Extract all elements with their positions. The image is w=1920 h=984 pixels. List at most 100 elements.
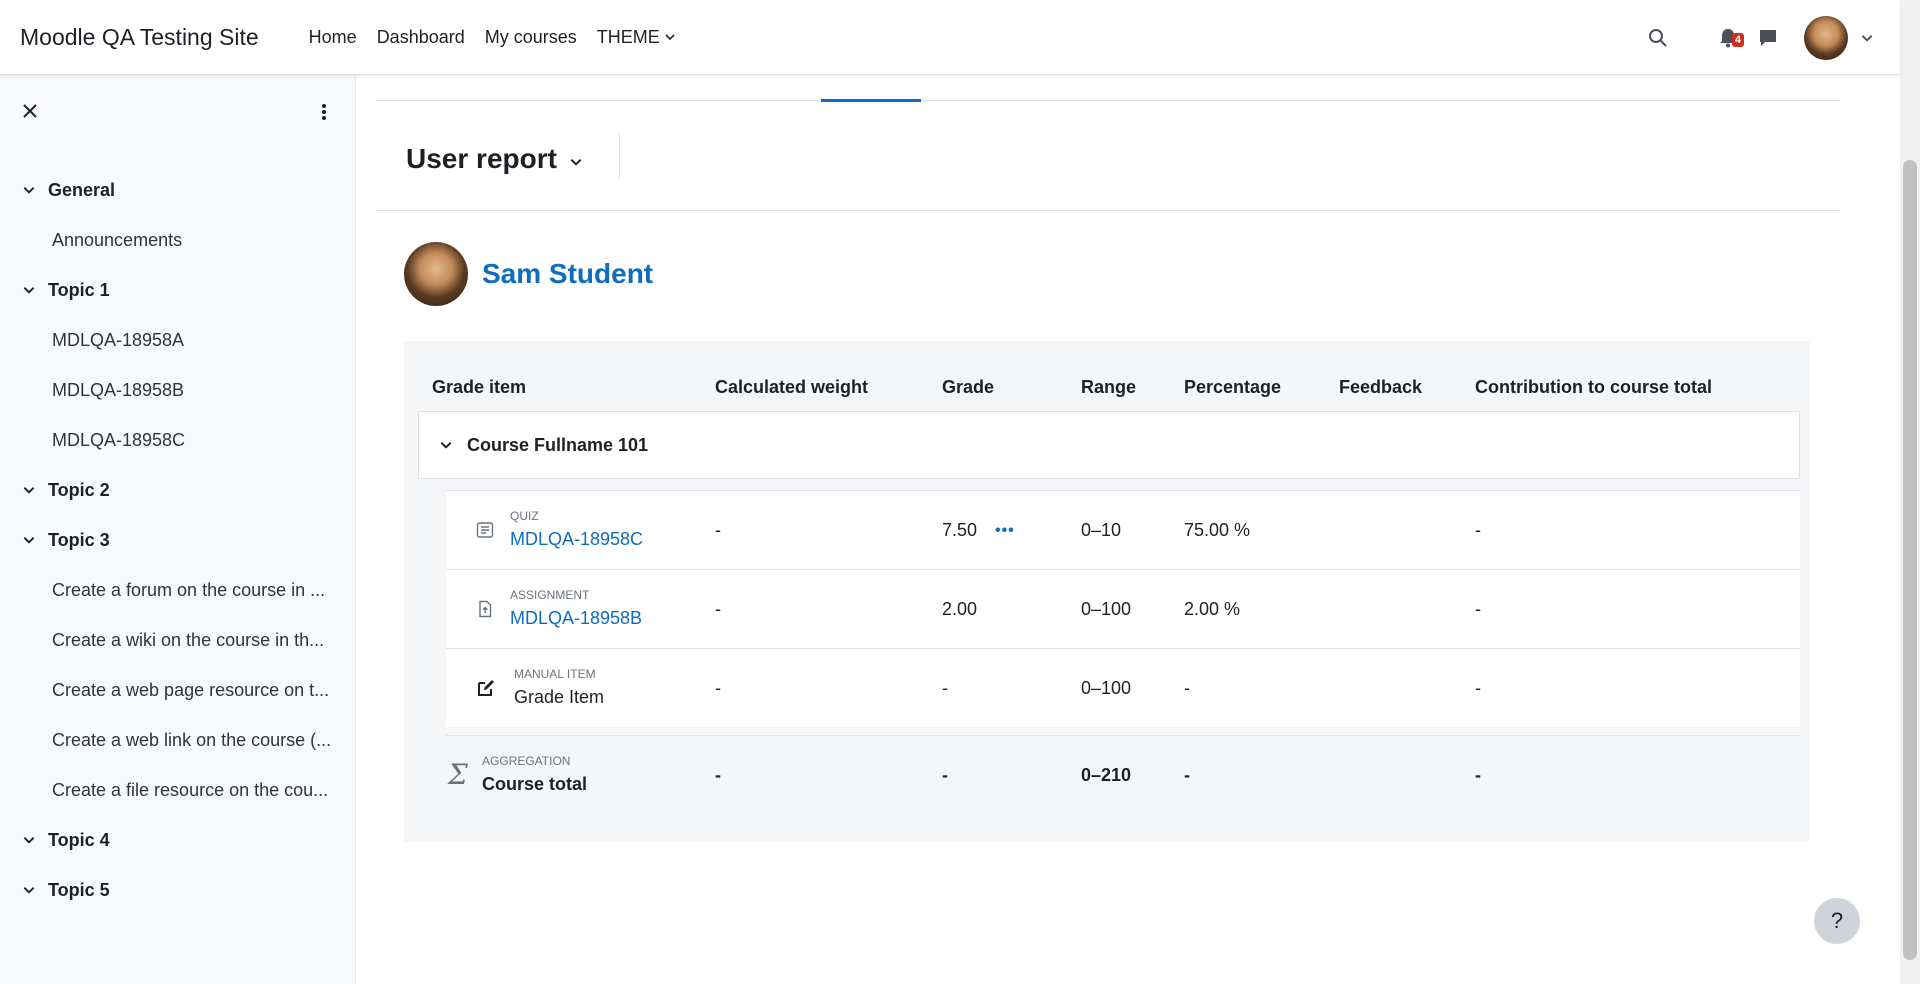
- course-total-row: Σ AGGREGATION Course total - - 0–210 - -: [446, 735, 1800, 814]
- contribution-cell: -: [1475, 520, 1481, 540]
- user-avatar[interactable]: [404, 242, 468, 306]
- grade-item-link[interactable]: MDLQA-18958C: [510, 529, 643, 550]
- kebab-icon[interactable]: [316, 103, 332, 121]
- chevron-down-icon[interactable]: [22, 883, 42, 897]
- header-separator: [619, 133, 620, 179]
- nav-theme-label: THEME: [596, 26, 660, 47]
- chat-icon: [1760, 29, 1776, 46]
- notification-count-badge: 4: [1731, 32, 1744, 47]
- course-index-item[interactable]: Create a web page resource on t...: [0, 665, 356, 715]
- chevron-down-icon: [665, 34, 675, 41]
- course-index-item[interactable]: Create a web link on the course (...: [0, 715, 356, 765]
- course-index-item-label: Create a forum on the course in ...: [52, 579, 326, 600]
- chevron-down-icon[interactable]: [22, 183, 42, 197]
- section-title: Topic 4: [48, 829, 110, 850]
- section-title: Topic 3: [48, 529, 110, 550]
- range-cell: 0–10: [1081, 520, 1122, 540]
- grade-actions-menu[interactable]: •••: [995, 522, 1015, 540]
- course-index: General Announcements Topic 1 MDLQA-18958A M…: [0, 165, 356, 915]
- course-index-item[interactable]: MDLQA-18958A: [0, 315, 356, 365]
- category-row: Course Fullname 101: [418, 411, 1800, 479]
- nav-theme-dropdown[interactable]: THEME: [587, 27, 686, 48]
- course-index-item-label: MDLQA-18958B: [52, 379, 185, 400]
- chevron-down-icon[interactable]: [22, 533, 42, 547]
- assignment-icon: [479, 600, 492, 618]
- course-index-item-label: Create a wiki on the course in th...: [52, 629, 325, 650]
- percentage-cell: -: [1184, 765, 1190, 785]
- item-type: MANUAL ITEM: [514, 667, 596, 681]
- user-grade-table: Grade item Calculated weight Grade Range…: [404, 341, 1810, 842]
- col-grade-item: Grade item: [432, 377, 527, 397]
- nav-dashboard[interactable]: Dashboard: [367, 27, 475, 48]
- course-index-item[interactable]: Create a file resource on the cou...: [0, 765, 356, 815]
- course-total-label: Course total: [482, 774, 588, 794]
- course-index-item-label: Create a web page resource on t...: [52, 679, 330, 700]
- section-topic-2[interactable]: Topic 2: [0, 465, 356, 515]
- section-topic-4[interactable]: Topic 4: [0, 815, 356, 865]
- main-region: User report Sam Student Grade item Calcu…: [356, 75, 1900, 984]
- grade-cell: 7.50 •••: [942, 491, 1015, 570]
- section-topic-5[interactable]: Topic 5: [0, 865, 356, 915]
- search-button[interactable]: [1638, 18, 1678, 58]
- course-index-item[interactable]: Create a forum on the course in ...: [0, 565, 356, 615]
- chevron-down-icon[interactable]: [22, 833, 42, 847]
- course-index-item-label: MDLQA-18958C: [52, 429, 186, 450]
- nav-my-courses[interactable]: My courses: [475, 27, 587, 48]
- site-brand[interactable]: Moodle QA Testing Site: [20, 24, 259, 51]
- course-index-item[interactable]: MDLQA-18958B: [0, 365, 356, 415]
- weight-cell: -: [715, 599, 721, 619]
- chevron-down-icon: [440, 442, 452, 449]
- chevron-down-icon[interactable]: [1860, 31, 1874, 45]
- percentage-cell: -: [1184, 678, 1190, 698]
- close-icon[interactable]: [22, 103, 38, 119]
- section-topic-3[interactable]: Topic 3: [0, 515, 356, 565]
- weight-cell: -: [715, 678, 721, 698]
- col-feedback: Feedback: [1339, 377, 1423, 397]
- top-navbar: Moodle QA Testing Site Home Dashboard My…: [0, 0, 1900, 75]
- contribution-cell: -: [1475, 765, 1481, 785]
- course-index-item[interactable]: Announcements: [0, 215, 356, 265]
- chevron-down-icon: [570, 159, 582, 166]
- notifications-button[interactable]: 4: [1708, 18, 1748, 58]
- item-type: ASSIGNMENT: [510, 588, 590, 602]
- section-title: Topic 2: [48, 479, 110, 500]
- grade-item-name: Grade Item: [514, 687, 605, 707]
- user-name-link[interactable]: Sam Student: [482, 258, 653, 290]
- table-row: QUIZ MDLQA-18958C - 7.50 ••• 0–10 75.00 …: [446, 490, 1800, 569]
- course-index-item[interactable]: Create a wiki on the course in th...: [0, 615, 356, 665]
- collapse-toggle[interactable]: [439, 438, 453, 452]
- course-index-item-label: MDLQA-18958A: [52, 329, 185, 350]
- user-heading: Sam Student: [404, 242, 653, 306]
- section-title: General: [48, 179, 116, 200]
- contribution-cell: -: [1475, 678, 1481, 698]
- course-index-item-label: Create a file resource on the cou...: [52, 779, 329, 800]
- course-index-item-label: Announcements: [52, 229, 183, 250]
- user-menu-avatar[interactable]: [1804, 15, 1848, 60]
- chevron-down-icon[interactable]: [22, 483, 42, 497]
- col-grade: Grade: [942, 377, 995, 397]
- edit-icon: [478, 680, 494, 696]
- col-percentage: Percentage: [1184, 377, 1282, 397]
- table-row: ASSIGNMENT MDLQA-18958B - 2.00 0–100 2.0…: [446, 569, 1800, 648]
- category-name: Course Fullname 101: [467, 434, 649, 455]
- header-divider: [376, 210, 1840, 211]
- course-index-item-label: Create a web link on the course (...: [52, 729, 332, 750]
- navbar-actions: 4: [1638, 0, 1900, 75]
- messages-button[interactable]: [1748, 18, 1788, 58]
- table-row: MANUAL ITEM Grade Item - - 0–100 - -: [446, 648, 1800, 727]
- section-title: Topic 5: [48, 879, 110, 900]
- report-selector[interactable]: User report: [406, 143, 583, 175]
- section-topic-1[interactable]: Topic 1: [0, 265, 356, 315]
- percentage-cell: 2.00 %: [1184, 599, 1241, 619]
- scrollbar-thumb[interactable]: [1903, 160, 1917, 960]
- grade-item-link[interactable]: MDLQA-18958B: [510, 608, 642, 629]
- range-cell: 0–100: [1081, 678, 1132, 698]
- course-index-drawer: General Announcements Topic 1 MDLQA-18958A M…: [0, 75, 356, 984]
- help-button[interactable]: ?: [1814, 898, 1860, 944]
- nav-home[interactable]: Home: [299, 27, 367, 48]
- col-contribution: Contribution to course total: [1475, 377, 1712, 397]
- section-general[interactable]: General: [0, 165, 356, 215]
- chevron-down-icon[interactable]: [22, 283, 42, 297]
- grade-cell: -: [942, 765, 948, 785]
- course-index-item[interactable]: MDLQA-18958C: [0, 415, 356, 465]
